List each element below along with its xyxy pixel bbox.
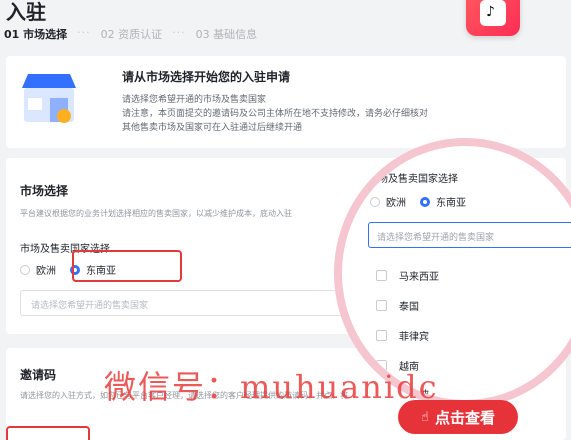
zoom-radio-europe[interactable]: 欧洲 bbox=[370, 194, 406, 209]
radio-dot bbox=[370, 196, 380, 207]
intro-heading: 请从市场选择开始您的入驻申请 bbox=[122, 70, 291, 84]
country-label: 泰国 bbox=[399, 302, 419, 313]
checkbox[interactable] bbox=[376, 330, 387, 341]
country-label: 马来西亚 bbox=[399, 272, 439, 283]
step-qualification: 02 资质认证 bbox=[100, 28, 163, 41]
cta-label: 点击查看 bbox=[434, 408, 495, 427]
radio-label: 欧洲 bbox=[386, 198, 406, 209]
highlight-box bbox=[6, 426, 90, 440]
step-basic-info: 03 基础信息 bbox=[195, 28, 258, 41]
radio-europe[interactable]: 欧洲 bbox=[20, 262, 56, 277]
click-view-button[interactable]: ☝ 点击查看 bbox=[398, 400, 518, 434]
radio-dot bbox=[20, 264, 30, 275]
page-title: 入驻 bbox=[6, 0, 46, 24]
checkbox[interactable] bbox=[376, 270, 387, 281]
hand-pointer-icon: ☝ bbox=[421, 409, 429, 425]
country-option[interactable]: 菲律宾 bbox=[376, 328, 429, 343]
radio-dot-selected bbox=[420, 196, 430, 207]
tiktok-note-icon: ♪ bbox=[486, 4, 495, 20]
radio-label: 欧洲 bbox=[36, 266, 56, 277]
market-heading: 市场选择 bbox=[20, 184, 69, 198]
intro-line: 请选择您希望开通的市场及售卖国家 bbox=[122, 95, 267, 105]
watermark-text: 微信号：muhuanidc bbox=[104, 368, 439, 406]
step-indicator: 01 市场选择 ··· 02 资质认证 ··· 03 基础信息 bbox=[4, 26, 257, 42]
top-bar: 入驻 01 市场选择 ··· 02 资质认证 ··· 03 基础信息 ♪ bbox=[0, 0, 571, 46]
step-separator: ··· bbox=[172, 26, 186, 39]
step-market: 01 市场选择 bbox=[4, 28, 68, 41]
zoom-market-label: 市场及售卖国家选择 bbox=[368, 174, 458, 185]
zoom-country-select[interactable]: 请选择您希望开通的售卖国家 bbox=[368, 222, 571, 248]
checkbox[interactable] bbox=[376, 300, 387, 311]
intro-card: 请从市场选择开始您的入驻申请 请选择您希望开通的市场及售卖国家 请注意，本页面提… bbox=[6, 56, 566, 148]
zoom-radio-group: 欧洲 东南亚 bbox=[370, 194, 466, 209]
country-select[interactable]: 请选择您希望开通的售卖国家 bbox=[20, 290, 350, 316]
country-option[interactable]: 马来西亚 bbox=[376, 268, 439, 283]
radio-label: 东南亚 bbox=[436, 198, 466, 209]
step-separator: ··· bbox=[77, 26, 91, 39]
invite-heading: 邀请码 bbox=[20, 368, 57, 382]
storefront-icon bbox=[22, 74, 76, 123]
intro-line: 请注意，本页面提交的邀请码及公司主体所在地不支持修改，请务必仔细核对 bbox=[122, 109, 429, 119]
country-option[interactable]: 泰国 bbox=[376, 298, 419, 313]
highlight-box bbox=[72, 250, 182, 282]
zoom-radio-southeast-asia[interactable]: 东南亚 bbox=[420, 194, 466, 209]
country-label: 菲律宾 bbox=[399, 332, 429, 343]
tiktok-shop-logo: ♪ bbox=[466, 0, 520, 36]
market-tip: 平台建议根据您的业务计划选择相应的售卖国家，以减少维护成本，底动入驻 bbox=[20, 209, 292, 218]
intro-line: 其他售卖市场及国家可在入驻通过后继续开通 bbox=[122, 123, 303, 133]
